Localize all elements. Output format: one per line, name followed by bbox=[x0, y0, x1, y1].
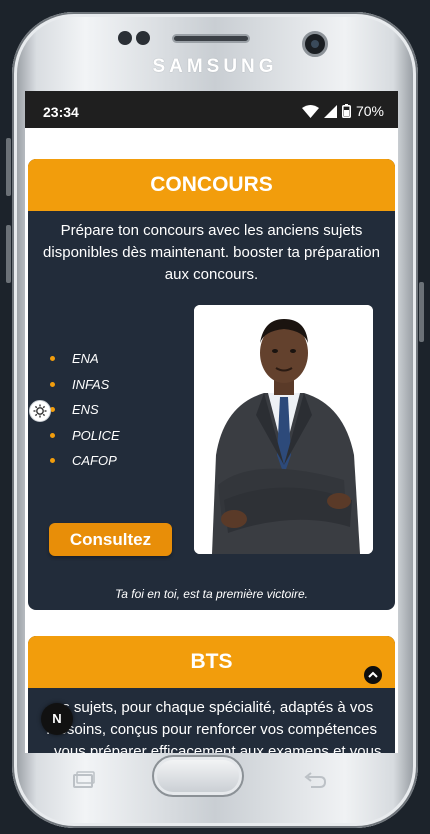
settings-button[interactable] bbox=[29, 400, 51, 422]
power-key bbox=[419, 282, 424, 342]
back-icon[interactable] bbox=[302, 771, 328, 789]
home-button[interactable] bbox=[152, 755, 244, 797]
bts-description: ...s sujets, pour chaque spécialité, ada… bbox=[41, 699, 382, 753]
concours-card: CONCOURS Prépare ton concours avec les a… bbox=[28, 159, 395, 610]
battery-icon bbox=[341, 104, 351, 118]
motto-text: Ta foi en toi, est ta première victoire. bbox=[115, 587, 308, 601]
chevron-up-icon bbox=[368, 671, 378, 678]
n-badge-button[interactable]: N bbox=[41, 703, 73, 735]
recent-apps-icon[interactable] bbox=[72, 771, 96, 789]
status-bar: 23:34 70% bbox=[25, 91, 398, 128]
wifi-icon bbox=[301, 104, 319, 118]
signal-icon bbox=[323, 104, 337, 118]
bts-title: BTS bbox=[28, 636, 395, 688]
consultez-button[interactable]: Consultez bbox=[49, 523, 172, 556]
volume-up-key bbox=[6, 138, 11, 196]
list-item[interactable]: CAFOP bbox=[50, 448, 120, 474]
list-item[interactable]: ENS bbox=[50, 397, 120, 423]
bts-card: BTS ...s sujets, pour chaque spécialité,… bbox=[28, 636, 395, 753]
earpiece-speaker bbox=[172, 34, 250, 43]
concours-list: ENA INFAS ENS POLICE CAFOP bbox=[50, 346, 120, 474]
bullet-icon bbox=[50, 432, 55, 438]
list-item[interactable]: POLICE bbox=[50, 423, 120, 449]
gear-icon bbox=[33, 404, 47, 418]
student-photo bbox=[194, 305, 373, 554]
bullet-icon bbox=[50, 458, 55, 464]
front-camera-icon bbox=[302, 31, 328, 57]
sensor-dot bbox=[136, 31, 150, 45]
bullet-icon bbox=[50, 381, 55, 387]
screen: 23:34 70% CONCOURS Prépare ton concours … bbox=[25, 91, 398, 753]
sensor-dot bbox=[118, 31, 132, 45]
status-icons: 70% bbox=[301, 103, 384, 119]
bullet-icon bbox=[50, 356, 55, 362]
concours-title: CONCOURS bbox=[28, 159, 395, 211]
list-item[interactable]: ENA bbox=[50, 346, 120, 372]
device-brand: SAMSUNG bbox=[152, 56, 278, 77]
volume-down-key bbox=[6, 225, 11, 283]
list-item[interactable]: INFAS bbox=[50, 372, 120, 398]
concours-description: Prépare ton concours avec les anciens su… bbox=[43, 222, 380, 283]
status-time: 23:34 bbox=[43, 104, 79, 120]
battery-percent: 70% bbox=[355, 103, 384, 119]
scroll-top-button[interactable] bbox=[362, 664, 384, 686]
